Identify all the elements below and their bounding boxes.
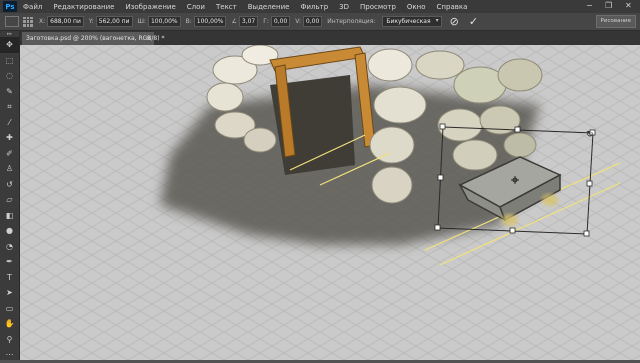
blur-tool-icon[interactable]: ● — [0, 223, 19, 239]
transform-handle-bottom[interactable] — [509, 227, 516, 234]
menu-image[interactable]: Изображение — [125, 3, 175, 11]
x-label: X: — [39, 18, 46, 25]
minimize-icon[interactable]: − — [586, 1, 593, 10]
transform-handle-br[interactable] — [583, 230, 590, 237]
eyedropper-tool-icon[interactable]: ⁄ — [0, 115, 19, 131]
transform-handle-left[interactable] — [437, 174, 444, 181]
commit-transform-icon[interactable]: ✓ — [469, 15, 478, 28]
edit-toolbar-icon[interactable]: ⋯ — [0, 347, 19, 363]
angle-field[interactable]: 3,07 — [238, 16, 259, 27]
transform-handle-bl[interactable] — [434, 224, 441, 231]
transform-handle-right[interactable] — [586, 180, 593, 187]
document-canvas[interactable]: ↻ — [20, 45, 640, 360]
crop-tool-icon[interactable]: ⌗ — [0, 99, 19, 115]
zoom-tool-icon[interactable]: ⚲ — [0, 332, 19, 348]
vskew-label: V: — [295, 18, 301, 25]
hskew-field[interactable]: 0,00 — [270, 16, 291, 27]
height-field[interactable]: 100,00% — [193, 16, 227, 27]
artwork: ↻ — [20, 45, 640, 360]
x-field[interactable]: 688,00 пи — [47, 16, 84, 27]
menu-help[interactable]: Справка — [437, 3, 468, 11]
healing-tool-icon[interactable]: ✚ — [0, 130, 19, 146]
rectangle-tool-icon[interactable]: ▭ — [0, 301, 19, 317]
reference-point-icon[interactable] — [23, 16, 33, 27]
menu-3d[interactable]: 3D — [339, 3, 349, 11]
width-field[interactable]: 100,00% — [147, 16, 181, 27]
y-label: Y: — [88, 18, 94, 25]
paint-bucket-tool-icon[interactable]: ◧ — [0, 208, 19, 224]
pen-tool-icon[interactable]: ✒ — [0, 254, 19, 270]
menu-file[interactable]: Файл — [23, 3, 42, 11]
menu-select[interactable]: Выделение — [248, 3, 290, 11]
restore-icon[interactable]: ❐ — [605, 1, 612, 10]
brush-tool-icon[interactable]: ✐ — [0, 146, 19, 162]
cancel-transform-icon[interactable]: ⊘ — [450, 15, 459, 28]
y-field[interactable]: 562,00 пи — [95, 16, 133, 27]
transform-tool-icon[interactable] — [5, 16, 19, 27]
width-label: Ш: — [137, 18, 146, 25]
photoshop-logo-icon: Ps — [3, 1, 17, 12]
workspace-select[interactable]: Рисование — [595, 15, 636, 28]
marquee-tool-icon[interactable]: ⬚ — [0, 53, 19, 69]
menu-window[interactable]: Окно — [407, 3, 426, 11]
clone-stamp-tool-icon[interactable]: ♙ — [0, 161, 19, 177]
menu-type[interactable]: Текст — [216, 3, 237, 11]
dodge-tool-icon[interactable]: ◔ — [0, 239, 19, 255]
close-tab-icon[interactable]: × — [146, 32, 151, 45]
menu-layers[interactable]: Слои — [187, 3, 205, 11]
interpolation-select[interactable]: Бикубическая — [382, 16, 442, 27]
transform-handle-top[interactable] — [514, 126, 521, 133]
menu-bar: Ps Файл Редактирование Изображение Слои … — [0, 0, 640, 13]
vskew-field[interactable]: 0,00 — [302, 16, 323, 27]
height-label: В: — [185, 18, 192, 25]
angle-icon: ∠ — [231, 18, 237, 25]
path-select-tool-icon[interactable]: ➤ — [0, 285, 19, 301]
lasso-tool-icon[interactable]: ◌ — [0, 68, 19, 84]
hskew-label: Г: — [263, 18, 269, 25]
tools-panel: ▸▸ ✥ ⬚ ◌ ✎ ⌗ ⁄ ✚ ✐ ♙ ↺ ▱ ◧ ● ◔ ✒ T ➤ ▭ ✋… — [0, 31, 20, 360]
rotate-cursor-icon: ↻ — [586, 130, 594, 140]
menu-edit[interactable]: Редактирование — [53, 3, 114, 11]
move-tool-icon[interactable]: ✥ — [0, 37, 19, 53]
options-bar: X: 688,00 пи Y: 562,00 пи Ш: 100,00% В: 100,… — [0, 13, 640, 31]
menu-view[interactable]: Просмотр — [360, 3, 396, 11]
document-tab-strip: Заготовка.psd @ 200% (вагонетка, RGB/8) … — [20, 31, 640, 45]
interpolation-label: Интерполяция: — [327, 18, 376, 25]
menu-filter[interactable]: Фильтр — [300, 3, 328, 11]
transform-handle-tl[interactable] — [439, 123, 446, 130]
eraser-tool-icon[interactable]: ▱ — [0, 192, 19, 208]
type-tool-icon[interactable]: T — [0, 270, 19, 286]
close-icon[interactable]: ✕ — [625, 1, 632, 10]
document-tab[interactable]: Заготовка.psd @ 200% (вагонетка, RGB/8) … — [22, 32, 165, 45]
document-tab-title: Заготовка.psd @ 200% (вагонетка, RGB/8) … — [26, 35, 165, 42]
history-brush-tool-icon[interactable]: ↺ — [0, 177, 19, 193]
quick-select-tool-icon[interactable]: ✎ — [0, 84, 19, 100]
hand-tool-icon[interactable]: ✋ — [0, 316, 19, 332]
